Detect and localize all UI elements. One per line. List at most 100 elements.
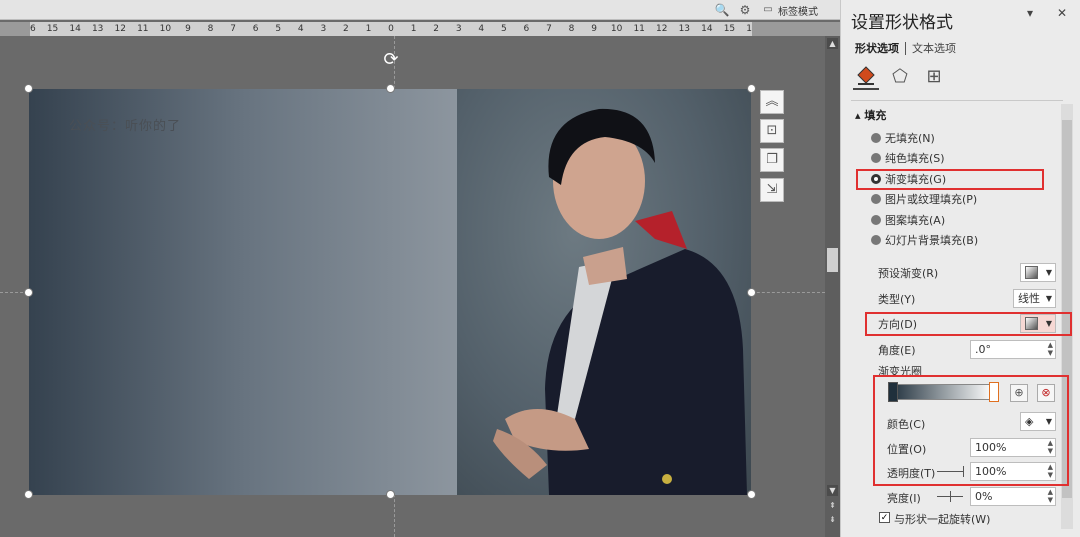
scroll-thumb[interactable]	[827, 248, 838, 272]
radio-label: 图案填充(A)	[885, 214, 946, 227]
transparency-value: 100%	[975, 465, 1007, 478]
mode-label[interactable]: 标签模式	[778, 3, 818, 18]
ruler-tick-label: 6	[523, 24, 530, 34]
ruler-tick-label: 7	[546, 24, 552, 34]
ruler-margin-right	[752, 22, 840, 36]
resize-handle-right[interactable]	[747, 288, 756, 297]
ruler-tick-label: 1	[365, 24, 372, 34]
highlight-direction	[865, 312, 1072, 336]
resize-handle-top-right[interactable]	[747, 84, 756, 93]
size-properties-icon[interactable]: ⊞	[921, 64, 947, 90]
type-value: 线性	[1018, 292, 1040, 305]
format-shape-pane: 设置形状格式 ▾ ✕ 形状选项 文本选项 ⬠ ⊞ ▴ 填充 无填充(N) 纯色填充…	[840, 0, 1080, 537]
align-icon[interactable]: ⊡	[760, 119, 784, 143]
ruler-tick-label: 15	[46, 24, 59, 34]
ruler-margin-left	[0, 22, 30, 36]
spinner-arrows-icon[interactable]: ▲ ▼	[1048, 341, 1053, 357]
radio-icon	[871, 133, 881, 143]
checkmark-icon: ✓	[880, 513, 889, 523]
spinner-arrows-icon[interactable]: ▲ ▼	[1048, 488, 1053, 504]
resize-handle-top[interactable]	[386, 84, 395, 93]
mode-icon[interactable]: ▭	[760, 2, 776, 18]
brightness-input[interactable]: 0% ▲ ▼	[970, 487, 1056, 506]
paint-bucket-icon: ◈	[1025, 415, 1034, 428]
resize-handle-left[interactable]	[24, 288, 33, 297]
horizontal-ruler: 1615141312111098765432101234567891011121…	[30, 22, 752, 36]
type-label: 类型(Y)	[878, 293, 916, 306]
chevron-down-icon: ▼	[1045, 268, 1052, 277]
ruler-tick-label: 14	[701, 24, 713, 34]
settings-icon[interactable]: ⚙	[737, 2, 753, 18]
effects-icon[interactable]: ⬠	[887, 64, 913, 90]
gradient-stops-bar[interactable]	[889, 384, 994, 400]
color-picker-button[interactable]: ◈ ▼	[1020, 412, 1056, 431]
ruler-tick-label: 2	[433, 24, 439, 34]
radio-slide-bg-fill[interactable]: 幻灯片背景填充(B)	[871, 233, 978, 249]
brightness-slider-thumb[interactable]	[950, 491, 951, 502]
type-dropdown[interactable]: 线性 ▼	[1013, 289, 1056, 308]
pane-title: 设置形状格式	[851, 13, 953, 33]
ruler-tick-label: 8	[568, 24, 575, 34]
slide-shape[interactable]: 公众号：听你的了	[29, 89, 751, 495]
pane-options-icon[interactable]: ▾	[1027, 6, 1033, 20]
spinner-arrows-icon[interactable]: ▲ ▼	[1048, 463, 1053, 479]
fill-line-icon[interactable]	[853, 64, 879, 90]
resize-handle-bottom[interactable]	[386, 490, 395, 499]
gradient-stop-start[interactable]	[888, 382, 898, 402]
transparency-slider-thumb[interactable]	[963, 466, 964, 477]
crop-icon[interactable]: ⇲	[760, 178, 784, 202]
radio-picture-fill[interactable]: 图片或纹理填充(P)	[871, 192, 977, 208]
resize-handle-top-left[interactable]	[24, 84, 33, 93]
resize-handle-bottom-left[interactable]	[24, 490, 33, 499]
chevron-down-icon: ▼	[1045, 417, 1052, 426]
transparency-input[interactable]: 100% ▲ ▼	[970, 462, 1056, 481]
transparency-slider[interactable]	[937, 471, 963, 472]
radio-icon	[871, 215, 881, 225]
watermark-text: 公众号：听你的了	[69, 119, 182, 134]
tab-text-options[interactable]: 文本选项	[905, 42, 956, 55]
radio-icon	[871, 235, 881, 245]
scroll-up-icon[interactable]: ▲	[827, 38, 838, 49]
arrange-icon[interactable]: ❐	[760, 148, 784, 172]
spinner-arrows-icon[interactable]: ▲ ▼	[1048, 439, 1053, 455]
radio-icon	[871, 153, 881, 163]
add-stop-icon[interactable]: ⊕	[1010, 384, 1028, 402]
angle-input[interactable]: .0° ▲ ▼	[970, 340, 1056, 359]
radio-no-fill[interactable]: 无填充(N)	[871, 131, 935, 147]
ruler-tick-label: 9	[185, 24, 191, 34]
ruler-tick-label: 5	[500, 24, 507, 34]
portrait-photo[interactable]	[457, 89, 751, 495]
gradient-stop-end[interactable]	[989, 382, 999, 402]
rotate-handle[interactable]: ⟳	[381, 50, 401, 70]
radio-label: 纯色填充(S)	[885, 152, 945, 165]
brightness-value: 0%	[975, 490, 993, 503]
layout-options-icon[interactable]: ︽	[760, 90, 784, 114]
brightness-label: 亮度(I)	[887, 492, 921, 505]
radio-solid-fill[interactable]: 纯色填充(S)	[871, 151, 945, 167]
ruler-tick-label: 12	[656, 24, 668, 34]
prev-slide-icon[interactable]: ⇞	[827, 500, 838, 511]
position-input[interactable]: 100% ▲ ▼	[970, 438, 1056, 457]
preset-gradient-dropdown[interactable]: ▼	[1020, 263, 1056, 282]
ruler-tick-label: 6	[252, 24, 259, 34]
close-icon[interactable]: ✕	[1057, 6, 1067, 20]
transparency-label: 透明度(T)	[887, 467, 936, 480]
rotate-with-shape-label[interactable]: 与形状一起旋转(W)	[894, 511, 990, 527]
zoom-icon[interactable]: 🔍	[714, 2, 730, 18]
ruler-tick-label: 11	[633, 24, 645, 34]
chevron-down-icon: ▼	[1045, 294, 1052, 303]
vertical-scrollbar[interactable]: ▲ ▼ ⇞ ⇟	[825, 36, 840, 537]
tab-shape-options[interactable]: 形状选项	[855, 42, 899, 55]
radio-pattern-fill[interactable]: 图案填充(A)	[871, 213, 945, 229]
rotate-with-shape-checkbox[interactable]: ✓	[879, 512, 890, 523]
scroll-down-icon[interactable]: ▼	[827, 485, 838, 496]
next-slide-icon[interactable]: ⇟	[827, 514, 838, 525]
preset-gradient-label: 预设渐变(R)	[878, 267, 939, 280]
ruler-tick-label: 15	[723, 24, 736, 34]
remove-stop-icon[interactable]: ⊗	[1037, 384, 1055, 402]
angle-value: .0°	[975, 343, 991, 356]
fill-section-header[interactable]: ▴ 填充	[855, 107, 886, 123]
ruler-tick-label: 5	[275, 24, 282, 34]
ruler-tick-label: 2	[343, 24, 349, 34]
resize-handle-bottom-right[interactable]	[747, 490, 756, 499]
